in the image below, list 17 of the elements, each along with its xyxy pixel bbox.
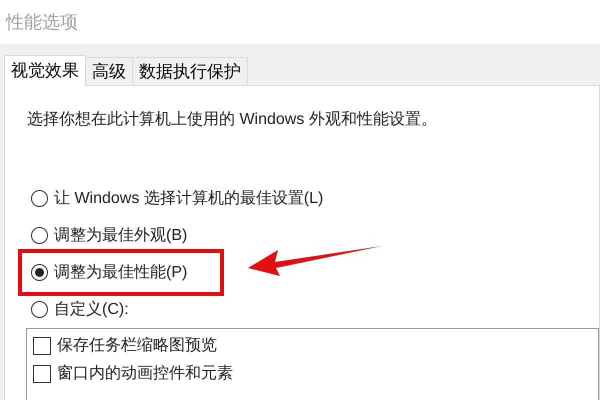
window-title: 性能选项 (6, 10, 78, 34)
effect-option[interactable]: 窗口内的动画控件和元素 (33, 362, 233, 386)
checkbox[interactable] (33, 337, 51, 355)
tab[interactable]: 视觉效果 (4, 55, 86, 86)
tab[interactable]: 数据执行保护 (133, 57, 248, 85)
radio-option[interactable]: 让 Windows 选择计算机的最佳设置(L) (25, 184, 324, 213)
checkbox[interactable] (33, 365, 51, 383)
radio-button[interactable] (31, 264, 48, 281)
radio-button[interactable] (31, 190, 48, 207)
tab[interactable]: 高级 (86, 57, 133, 85)
effect-option[interactable]: 保存任务栏缩略图预览 (33, 334, 217, 358)
radio-option[interactable]: 调整为最佳外观(B) (25, 221, 188, 250)
radio-option[interactable]: 调整为最佳性能(P) (25, 258, 188, 287)
radio-option[interactable]: 自定义(C): (25, 295, 129, 324)
radio-button[interactable] (31, 301, 48, 318)
description: 选择你想在此计算机上使用的 Windows 外观和性能设置。 (27, 110, 438, 130)
radio-button[interactable] (31, 227, 48, 244)
